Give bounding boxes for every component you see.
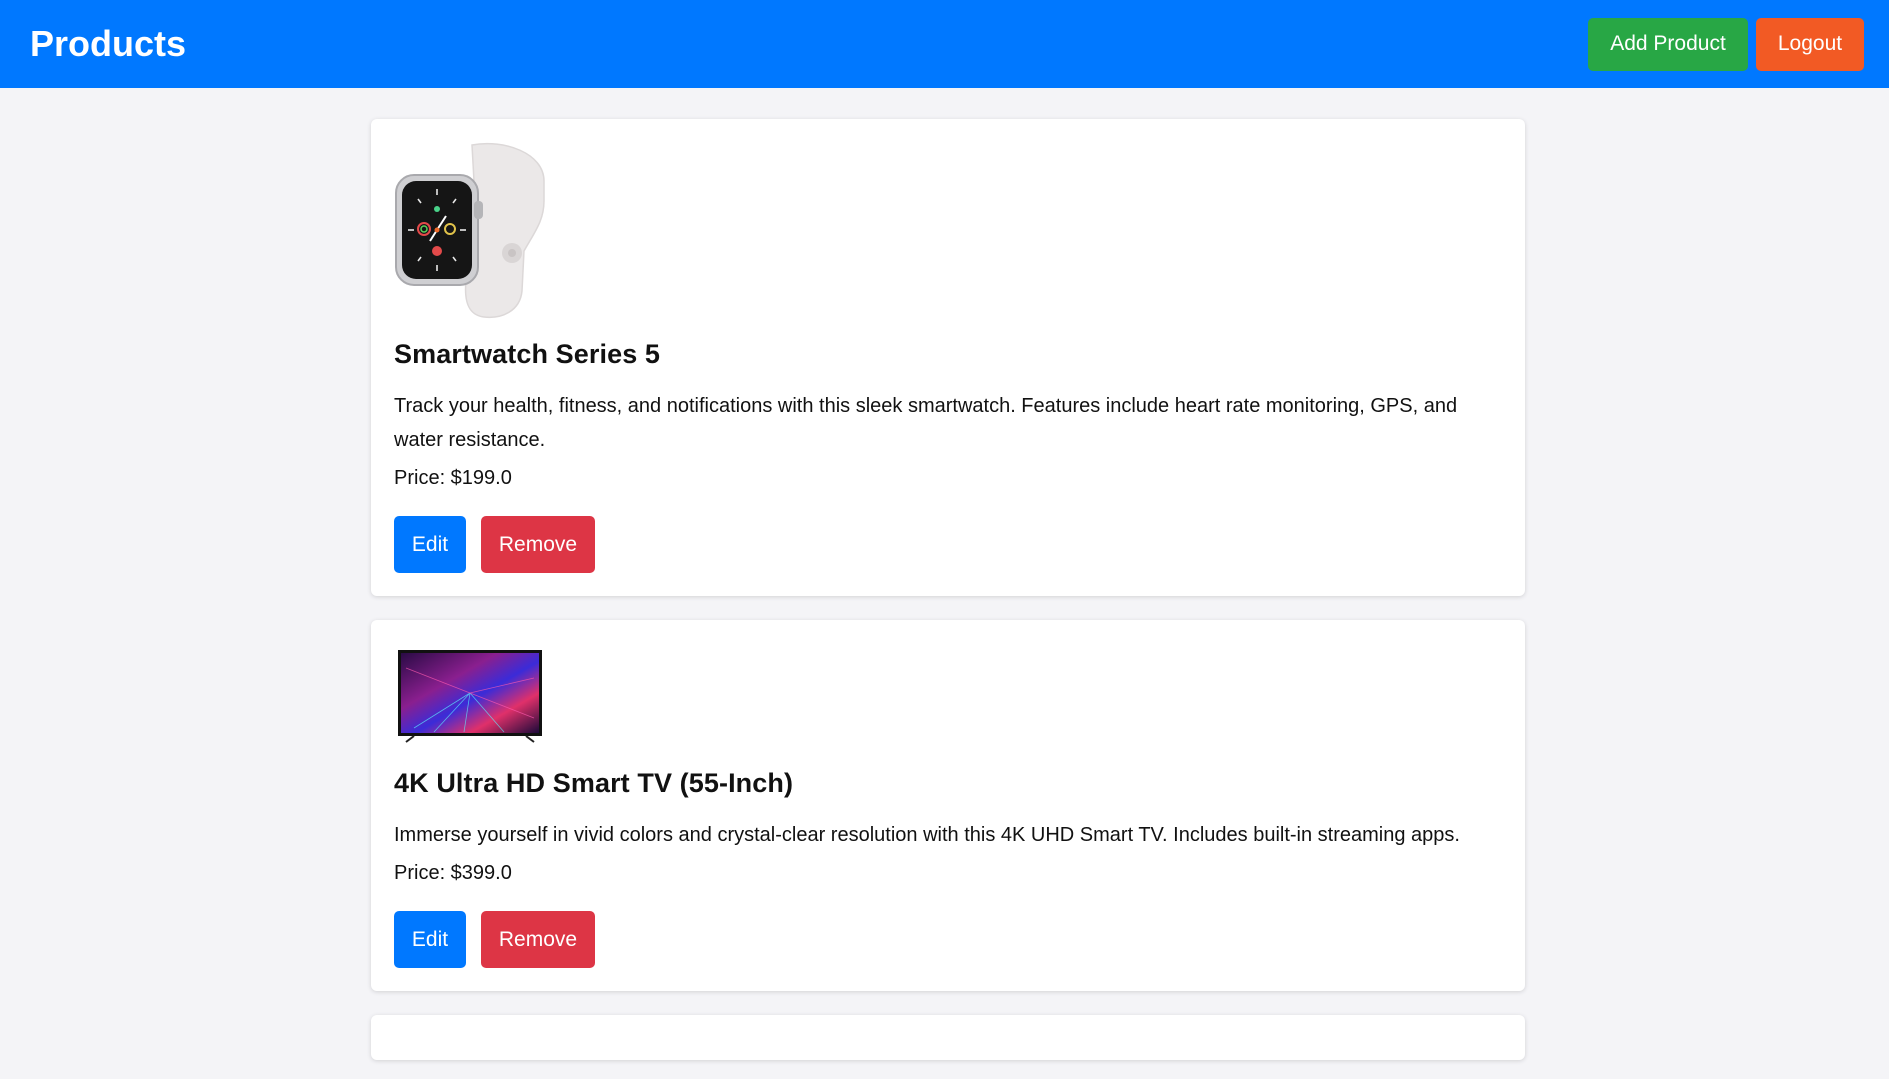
product-list: Smartwatch Series 5 Track your health, f… <box>371 119 1525 1060</box>
remove-button[interactable]: Remove <box>481 911 595 968</box>
product-card: Smartwatch Series 5 Track your health, f… <box>371 119 1525 596</box>
logout-button[interactable]: Logout <box>1756 17 1864 71</box>
edit-button[interactable]: Edit <box>394 911 466 968</box>
product-name: Smartwatch Series 5 <box>394 339 661 369</box>
product-name: 4K Ultra HD Smart TV (55-Inch) <box>394 768 794 798</box>
product-price: Price: $199.0 <box>394 467 512 489</box>
product-price: Price: $399.0 <box>394 862 512 884</box>
product-actions: Edit Remove <box>394 516 1502 573</box>
smart-tv-image <box>398 650 542 743</box>
edit-button[interactable]: Edit <box>394 516 466 573</box>
app-header: Products Add Product Logout <box>0 0 1889 88</box>
smartwatch-image <box>395 142 545 319</box>
header-actions: Add Product Logout <box>1588 17 1864 71</box>
product-description: Immerse yourself in vivid colors and cry… <box>394 824 1460 846</box>
product-card <box>371 1015 1525 1060</box>
product-card: 4K Ultra HD Smart TV (55-Inch) Immerse y… <box>371 620 1525 991</box>
page-title: Products <box>30 23 187 64</box>
product-actions: Edit Remove <box>394 911 1502 968</box>
remove-button[interactable]: Remove <box>481 516 595 573</box>
add-product-button[interactable]: Add Product <box>1588 17 1748 71</box>
product-description: Track your health, fitness, and notifica… <box>394 395 1458 451</box>
